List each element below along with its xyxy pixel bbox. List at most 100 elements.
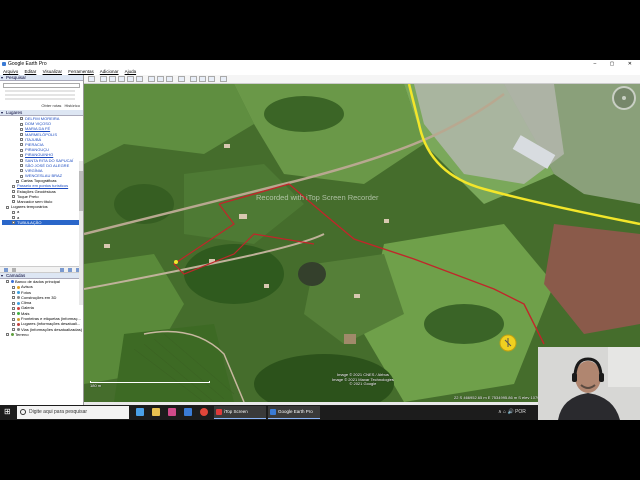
checkbox[interactable] — [6, 205, 9, 209]
navigation-compass-icon[interactable] — [612, 86, 636, 110]
screen: Google Earth Pro – ▢ ✕ Arquivo Editar Vi… — [0, 60, 640, 420]
placemark-icon[interactable] — [100, 76, 107, 82]
checkbox[interactable] — [12, 190, 15, 194]
places-icon — [17, 322, 20, 326]
search-places-icon[interactable] — [4, 268, 8, 272]
get-directions-link[interactable]: Obter rotas — [41, 103, 61, 108]
up-icon[interactable] — [60, 268, 64, 272]
checkbox[interactable] — [12, 296, 15, 300]
places-field-icon[interactable] — [12, 268, 16, 272]
print-icon[interactable] — [199, 76, 206, 82]
checkbox[interactable] — [12, 200, 15, 204]
toolbar — [84, 75, 640, 84]
title-bar: Google Earth Pro – ▢ ✕ — [0, 60, 640, 68]
search-input[interactable] — [3, 83, 80, 88]
menu-editar[interactable]: Editar — [25, 69, 37, 74]
polygon-icon[interactable] — [109, 76, 116, 82]
checkbox[interactable] — [12, 210, 15, 214]
taskbar-app-recorder[interactable]: iTop Screen Recorder — [214, 406, 266, 419]
checkbox[interactable] — [12, 306, 15, 310]
menu-ajuda[interactable]: Ajuda — [125, 69, 137, 74]
menu-ferramentas[interactable]: Ferramentas — [68, 69, 94, 74]
search-links: Obter rotas Histórico — [0, 103, 83, 108]
checkbox[interactable] — [6, 333, 9, 337]
menu-bar: Arquivo Editar Visualizar Ferramentas Ad… — [0, 68, 640, 75]
google-earth-icon — [2, 62, 6, 66]
checkbox[interactable] — [20, 127, 23, 131]
menu-adicionar[interactable]: Adicionar — [100, 69, 119, 74]
checkbox[interactable] — [20, 148, 23, 152]
search-panel-header[interactable]: Pesquisar — [0, 75, 83, 81]
checkbox[interactable] — [20, 169, 23, 173]
recorder-icon — [216, 409, 222, 415]
path-icon[interactable] — [118, 76, 125, 82]
store-icon[interactable] — [168, 408, 176, 416]
checkbox[interactable] — [16, 179, 19, 183]
places-toolbar — [0, 266, 83, 273]
record-tour-icon[interactable] — [136, 76, 143, 82]
window-controls[interactable]: – ▢ ✕ — [594, 60, 638, 68]
borders-icon — [17, 317, 20, 321]
webcam-overlay — [538, 347, 640, 420]
checkbox[interactable] — [20, 143, 23, 147]
scale-label: 180 m — [90, 383, 102, 388]
google-earth-icon — [270, 409, 276, 415]
checkbox[interactable] — [12, 184, 15, 188]
checkbox[interactable] — [20, 133, 23, 136]
edge-icon[interactable] — [136, 408, 144, 416]
checkbox[interactable] — [12, 221, 15, 225]
checkbox[interactable] — [12, 301, 15, 305]
placemark-icon[interactable] — [174, 260, 178, 264]
checkbox[interactable] — [12, 328, 15, 332]
camera-icon — [17, 291, 20, 295]
checkbox[interactable] — [20, 138, 23, 142]
checkbox[interactable] — [20, 153, 23, 157]
list-item-selected[interactable]: TUBULAÇÃO — [2, 219, 83, 225]
file-explorer-icon[interactable] — [152, 408, 160, 416]
places-scrollbar[interactable] — [79, 161, 83, 305]
checkbox[interactable] — [12, 285, 15, 289]
checkbox[interactable] — [20, 174, 23, 178]
mail-icon[interactable] — [184, 408, 192, 416]
email-icon[interactable] — [190, 76, 197, 82]
more-icon — [17, 312, 20, 316]
checkbox[interactable] — [12, 312, 15, 316]
checkbox[interactable] — [20, 117, 23, 121]
window-title: Google Earth Pro — [8, 61, 47, 67]
taskbar-app-google-earth[interactable]: Google Earth Pro — [268, 406, 320, 419]
checkbox[interactable] — [12, 216, 15, 219]
checkbox[interactable] — [20, 158, 23, 162]
list-item[interactable]: Terreno — [2, 332, 83, 337]
globe-icon — [11, 280, 14, 284]
menu-arquivo[interactable]: Arquivo — [3, 69, 18, 74]
checkbox[interactable] — [6, 280, 9, 284]
checkbox[interactable] — [12, 322, 15, 326]
checkbox[interactable] — [12, 291, 15, 295]
overlay-icon[interactable] — [127, 76, 134, 82]
chrome-icon[interactable] — [200, 408, 208, 416]
system-tray[interactable]: ∧ ⌂ 🔊 POR — [498, 409, 526, 415]
recorder-watermark: Recorded with iTop Screen Recorder — [256, 193, 379, 202]
warning-icon — [17, 285, 20, 289]
sun-icon[interactable] — [157, 76, 164, 82]
scroll-thumb[interactable] — [79, 171, 83, 211]
imagery-credits: Image © 2021 CNES / Airbus Image © 2021 … — [332, 372, 394, 387]
terrain-icon — [11, 333, 14, 337]
history-icon[interactable] — [148, 76, 155, 82]
ruler-icon[interactable] — [178, 76, 185, 82]
checkbox[interactable] — [20, 122, 23, 126]
taskbar-search-input[interactable]: Digite aqui para pesquisar — [17, 406, 129, 419]
building-icon — [17, 296, 20, 300]
planets-icon[interactable] — [166, 76, 173, 82]
checkbox[interactable] — [20, 164, 23, 168]
save-image-icon[interactable] — [208, 76, 215, 82]
cloud-icon — [17, 301, 20, 305]
maps-icon[interactable] — [220, 76, 227, 82]
down-icon[interactable] — [68, 268, 72, 272]
windows-start-icon[interactable]: ⊞ — [4, 408, 12, 416]
checkbox[interactable] — [12, 195, 15, 199]
menu-visualizar[interactable]: Visualizar — [43, 69, 62, 74]
history-link[interactable]: Histórico — [64, 103, 80, 108]
sidebar-toggle-icon[interactable] — [88, 76, 95, 82]
checkbox[interactable] — [12, 317, 15, 321]
